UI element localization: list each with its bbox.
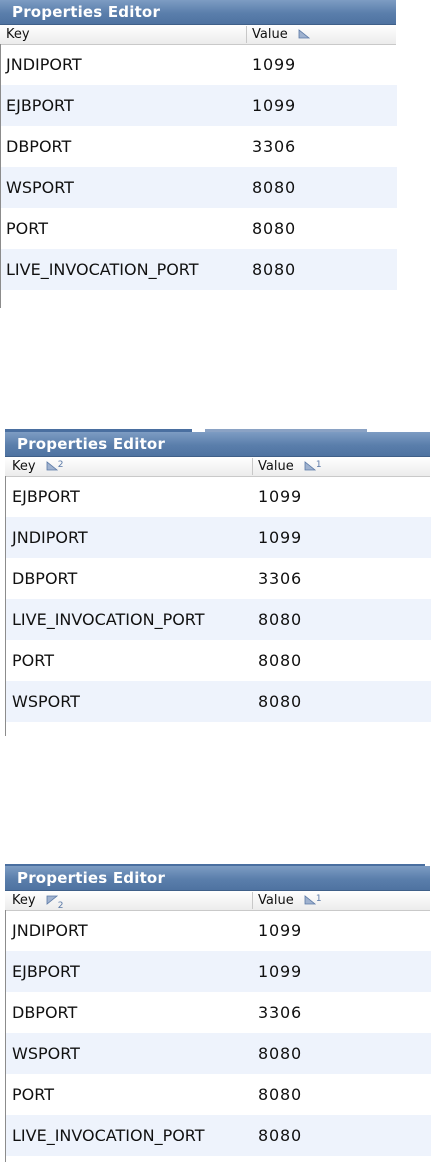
sort-rank: 1	[315, 460, 322, 470]
table-row[interactable]: PORT 8080	[6, 640, 431, 681]
column-divider[interactable]	[246, 26, 247, 43]
column-header-key[interactable]: Key 2	[12, 891, 250, 911]
value-cell[interactable]: 3306	[258, 992, 302, 1033]
key-cell[interactable]: PORT	[6, 208, 48, 249]
key-cell[interactable]: PORT	[12, 1074, 54, 1115]
table-row[interactable]: LIVE_INVOCATION_PORT 8080	[6, 599, 431, 640]
key-cell[interactable]: JNDIPORT	[6, 44, 82, 85]
key-cell[interactable]: WSPORT	[6, 167, 74, 208]
panel-title: Properties Editor	[12, 3, 161, 21]
column-header-key-label: Key	[12, 459, 36, 474]
value-cell[interactable]: 3306	[252, 126, 296, 167]
column-header-value-label: Value	[258, 459, 294, 474]
value-cell[interactable]: 3306	[258, 558, 302, 599]
key-cell[interactable]: EJBPORT	[12, 476, 80, 517]
column-header-value-label: Value	[252, 27, 288, 42]
panel-title-bar: Properties Editor	[5, 866, 430, 891]
column-header-value-label: Value	[258, 893, 294, 908]
sort-rank: 1	[315, 894, 322, 904]
value-cell[interactable]: 8080	[258, 681, 302, 722]
key-cell[interactable]: LIVE_INVOCATION_PORT	[12, 599, 205, 640]
sort-ascending-icon: 1	[304, 894, 322, 905]
sort-ascending-icon: 2	[46, 460, 63, 471]
table-row[interactable]: DBPORT 3306	[6, 992, 431, 1033]
key-cell[interactable]: LIVE_INVOCATION_PORT	[12, 1115, 205, 1156]
key-cell[interactable]: EJBPORT	[12, 951, 80, 992]
key-cell[interactable]: DBPORT	[12, 992, 77, 1033]
properties-editor-panel-2: Properties Editor Key 2 Value 1 EJBPORT 1…	[5, 429, 435, 740]
table-row[interactable]: WSPORT 8080	[6, 681, 431, 722]
value-cell[interactable]: 8080	[252, 249, 296, 290]
column-divider[interactable]	[252, 458, 253, 475]
value-cell[interactable]: 1099	[258, 951, 302, 992]
table-row[interactable]: LIVE_INVOCATION_PORT 8080	[1, 249, 397, 290]
column-header-value[interactable]: Value 1	[258, 891, 418, 910]
column-header-value[interactable]: Value	[252, 25, 392, 44]
table-row[interactable]: JNDIPORT 1099	[6, 910, 431, 951]
table-row[interactable]: WSPORT 8080	[6, 1033, 431, 1074]
value-cell[interactable]: 1099	[258, 910, 302, 951]
key-cell[interactable]: WSPORT	[12, 681, 80, 722]
value-cell[interactable]: 8080	[258, 1074, 302, 1115]
table-header: Key Value	[0, 25, 396, 45]
table-row[interactable]: PORT 8080	[1, 208, 397, 249]
value-cell[interactable]: 1099	[252, 85, 296, 126]
value-cell[interactable]: 8080	[258, 640, 302, 681]
value-cell[interactable]: 8080	[258, 599, 302, 640]
column-header-key[interactable]: Key	[6, 25, 244, 44]
sort-descending-icon: 2	[46, 895, 63, 911]
table-header: Key 2 Value 1	[5, 891, 430, 911]
value-cell[interactable]: 8080	[258, 1033, 302, 1074]
key-cell[interactable]: DBPORT	[6, 126, 71, 167]
table-row[interactable]: LIVE_INVOCATION_PORT 8080	[6, 1115, 431, 1156]
key-cell[interactable]: WSPORT	[12, 1033, 80, 1074]
table-row[interactable]: PORT 8080	[6, 1074, 431, 1115]
table-row[interactable]: JNDIPORT 1099	[1, 44, 397, 85]
column-header-key-label: Key	[6, 27, 30, 42]
panel-title-bar: Properties Editor	[0, 0, 396, 25]
column-header-key-label: Key	[12, 893, 36, 908]
sort-rank: 2	[57, 460, 64, 470]
value-cell[interactable]: 1099	[252, 44, 296, 85]
value-cell[interactable]: 1099	[258, 517, 302, 558]
sort-ascending-icon	[298, 29, 310, 39]
table-row[interactable]: WSPORT 8080	[1, 167, 397, 208]
properties-editor-panel-3: Properties Editor Key 2 Value 1 JNDIPORT…	[5, 864, 435, 1166]
key-cell[interactable]: EJBPORT	[6, 85, 74, 126]
sort-ascending-icon: 1	[304, 460, 322, 471]
key-cell[interactable]: LIVE_INVOCATION_PORT	[6, 249, 199, 290]
value-cell[interactable]: 1099	[258, 476, 302, 517]
table-row[interactable]: DBPORT 3306	[6, 558, 431, 599]
panel-title: Properties Editor	[17, 435, 166, 453]
value-cell[interactable]: 8080	[252, 167, 296, 208]
column-header-value[interactable]: Value 1	[258, 457, 418, 476]
table-row[interactable]: EJBPORT 1099	[1, 85, 397, 126]
panel-title-bar: Properties Editor	[5, 432, 430, 457]
value-cell[interactable]: 8080	[252, 208, 296, 249]
panel-title: Properties Editor	[17, 869, 166, 887]
table-header: Key 2 Value 1	[5, 457, 430, 477]
key-cell[interactable]: JNDIPORT	[12, 910, 88, 951]
key-cell[interactable]: JNDIPORT	[12, 517, 88, 558]
key-cell[interactable]: DBPORT	[12, 558, 77, 599]
properties-editor-panel-1: Properties Editor Key Value JNDIPORT 1099…	[0, 0, 400, 310]
table-row[interactable]: JNDIPORT 1099	[6, 517, 431, 558]
column-header-key[interactable]: Key 2	[12, 457, 250, 476]
key-cell[interactable]: PORT	[12, 640, 54, 681]
table-row[interactable]: EJBPORT 1099	[6, 951, 431, 992]
table-row[interactable]: EJBPORT 1099	[6, 476, 431, 517]
value-cell[interactable]: 8080	[258, 1115, 302, 1156]
column-divider[interactable]	[252, 892, 253, 909]
table-row[interactable]: DBPORT 3306	[1, 126, 397, 167]
